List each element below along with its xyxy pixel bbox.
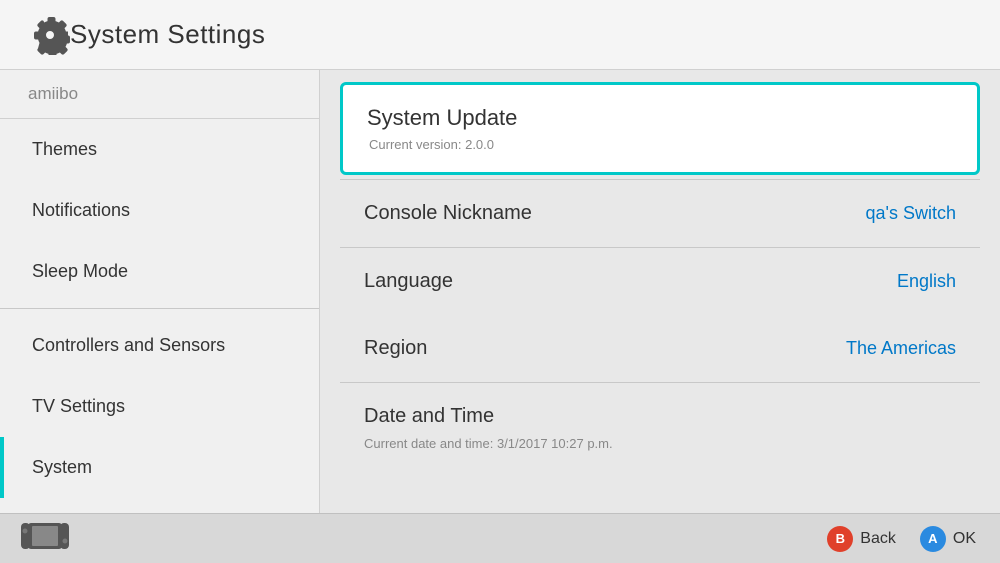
sidebar-item-system[interactable]: System	[0, 437, 319, 498]
content-area: System Update Current version: 2.0.0 Con…	[320, 70, 1000, 513]
system-update-version: Current version: 2.0.0	[367, 137, 953, 152]
sidebar-item-controllers[interactable]: Controllers and Sensors	[0, 315, 319, 376]
system-update-title: System Update	[367, 105, 953, 131]
console-nickname-label: Console Nickname	[364, 202, 532, 225]
ok-button[interactable]: A OK	[920, 526, 976, 552]
ok-label: OK	[953, 530, 976, 548]
main-layout: amiibo Themes Notifications Sleep Mode C…	[0, 70, 1000, 513]
b-button-circle: B	[827, 526, 853, 552]
footer: B Back A OK	[0, 513, 1000, 563]
page-title: System Settings	[70, 19, 265, 50]
date-time-sub: Current date and time: 3/1/2017 10:27 p.…	[320, 436, 1000, 451]
sidebar-divider	[0, 308, 319, 309]
sidebar-item-tv-settings[interactable]: TV Settings	[0, 376, 319, 437]
a-button-circle: A	[920, 526, 946, 552]
date-time-label: Date and Time	[364, 405, 494, 428]
system-update-section[interactable]: System Update Current version: 2.0.0	[340, 82, 980, 175]
back-label: Back	[860, 530, 896, 548]
sidebar-item-themes[interactable]: Themes	[0, 119, 319, 180]
header: System Settings	[0, 0, 1000, 70]
sidebar-item-amiibo[interactable]: amiibo	[0, 70, 319, 119]
region-value: The Americas	[846, 338, 956, 359]
region-row[interactable]: Region The Americas	[340, 315, 980, 382]
console-nickname-row[interactable]: Console Nickname qa's Switch	[340, 180, 980, 247]
language-value: English	[897, 271, 956, 292]
language-label: Language	[364, 270, 453, 293]
back-button[interactable]: B Back	[827, 526, 896, 552]
language-row[interactable]: Language English	[340, 248, 980, 315]
sidebar: amiibo Themes Notifications Sleep Mode C…	[0, 70, 320, 513]
sidebar-item-notifications[interactable]: Notifications	[0, 180, 319, 241]
gear-icon	[30, 15, 70, 55]
sidebar-item-sleep-mode[interactable]: Sleep Mode	[0, 241, 319, 302]
region-label: Region	[364, 337, 427, 360]
footer-switch-icon	[20, 520, 70, 557]
switch-console-icon	[20, 520, 70, 552]
console-nickname-value: qa's Switch	[866, 203, 956, 224]
